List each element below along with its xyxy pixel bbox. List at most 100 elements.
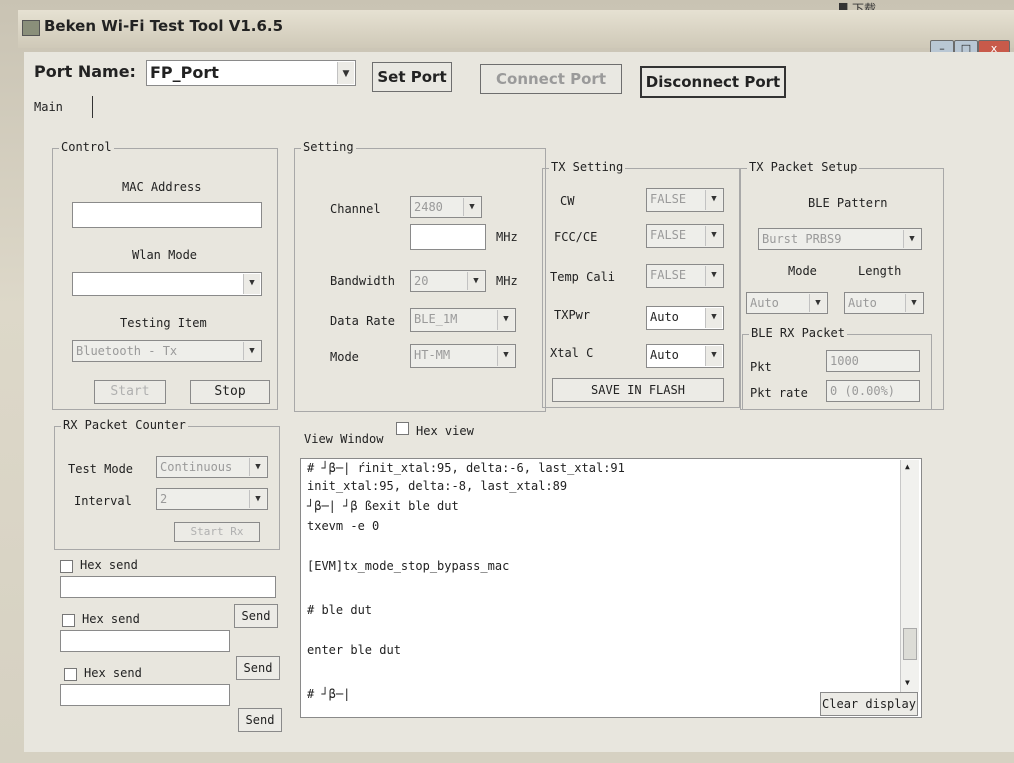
bandwidth-value: 20	[414, 274, 429, 288]
txpwr-label: TXPwr	[554, 308, 591, 322]
bandwidth-mhz-label: MHz	[496, 274, 518, 288]
log-line: init_xtal:95, delta:-8, last_xtal:89	[307, 479, 568, 493]
chevron-down-icon[interactable]: ▼	[337, 62, 354, 84]
packet-mode-value: Auto	[750, 296, 779, 310]
mode-select[interactable]: HT-MM ▼	[410, 344, 516, 368]
testing-item-label: Testing Item	[120, 316, 207, 330]
testing-item-select[interactable]: Bluetooth - Tx ▼	[72, 340, 262, 362]
start-rx-button[interactable]: Start Rx	[174, 522, 260, 542]
hex-send-input-1[interactable]	[60, 576, 276, 598]
pkt-rate-input[interactable]: 0 (0.00%)	[826, 380, 920, 402]
start-button[interactable]: Start	[94, 380, 166, 404]
scroll-down-icon[interactable]: ▼	[905, 678, 910, 687]
chevron-down-icon[interactable]: ▼	[243, 342, 260, 360]
main-window: Port Name: FP_Port ▼ Set Port Connect Po…	[24, 52, 1014, 752]
view-window-title: View Window	[304, 432, 384, 446]
channel-select[interactable]: 2480 ▼	[410, 196, 482, 218]
chevron-down-icon[interactable]: ▼	[705, 346, 722, 366]
disconnect-port-button[interactable]: Disconnect Port	[640, 66, 786, 98]
chevron-down-icon[interactable]: ▼	[705, 226, 722, 246]
hex-send-input-2[interactable]	[60, 630, 230, 652]
packet-length-value: Auto	[848, 296, 877, 310]
data-rate-label: Data Rate	[330, 314, 396, 328]
cw-label: CW	[560, 194, 575, 208]
bandwidth-select[interactable]: 20 ▼	[410, 270, 486, 292]
hex-view-label: Hex view	[416, 424, 474, 438]
hex-send-checkbox-2[interactable]	[62, 614, 75, 627]
data-rate-value: BLE_1M	[414, 312, 458, 326]
data-rate-select[interactable]: BLE_1M ▼	[410, 308, 516, 332]
setting-title: Setting	[301, 140, 356, 154]
hex-view-checkbox[interactable]	[396, 422, 409, 435]
ble-rx-packet-title: BLE RX Packet	[749, 326, 847, 340]
window-title: Beken Wi-Fi Test Tool V1.6.5	[44, 17, 284, 35]
pkt-input[interactable]: 1000	[826, 350, 920, 372]
wlan-mode-select[interactable]: ▼	[72, 272, 262, 296]
pkt-rate-label: Pkt rate	[750, 386, 808, 400]
log-line: # ┘β─| ŕinit_xtal:95, delta:-6, last_xta…	[307, 461, 625, 475]
chevron-down-icon[interactable]: ▼	[903, 230, 920, 248]
channel-label: Channel	[330, 202, 381, 216]
xtal-c-value: Auto	[650, 348, 679, 362]
mac-address-input[interactable]	[72, 202, 262, 228]
interval-select[interactable]: 2 ▼	[156, 488, 268, 510]
chevron-down-icon[interactable]: ▼	[249, 458, 266, 476]
log-line: enter ble dut	[307, 643, 401, 657]
set-port-button[interactable]: Set Port	[372, 62, 452, 92]
log-line: txevm -e 0	[307, 519, 380, 533]
scroll-thumb[interactable]	[903, 628, 917, 660]
hex-send-label-1: Hex send	[80, 558, 138, 572]
stop-button[interactable]: Stop	[190, 380, 270, 404]
cw-select[interactable]: FALSE ▼	[646, 188, 724, 212]
chevron-down-icon[interactable]: ▼	[249, 490, 266, 508]
fcc-ce-label: FCC/CE	[554, 230, 598, 244]
chevron-down-icon[interactable]: ▼	[497, 310, 514, 330]
screen: ■ 下载 Beken Wi-Fi Test Tool V1.6.5 – □ x …	[0, 0, 1014, 763]
fcc-ce-select[interactable]: FALSE ▼	[646, 224, 724, 248]
hex-send-label-2: Hex send	[82, 612, 140, 626]
log-scrollbar[interactable]: ▲ ▼	[900, 460, 919, 692]
chevron-down-icon[interactable]: ▼	[243, 274, 260, 294]
scroll-up-icon[interactable]: ▲	[905, 462, 910, 471]
test-mode-select[interactable]: Continuous ▼	[156, 456, 268, 478]
temp-cali-select[interactable]: FALSE ▼	[646, 264, 724, 288]
save-in-flash-button[interactable]: SAVE IN FLASH	[552, 378, 724, 402]
view-window-log[interactable]: # ┘β─| ŕinit_xtal:95, delta:-6, last_xta…	[300, 458, 922, 718]
send-button-2[interactable]: Send	[236, 656, 280, 680]
ble-pattern-select[interactable]: Burst PRBS9 ▼	[758, 228, 922, 250]
log-line: ┘β─| ┘β ßexit ble dut	[307, 499, 459, 513]
packet-mode-label: Mode	[788, 264, 817, 278]
channel-mhz-label: MHz	[496, 230, 518, 244]
chevron-down-icon[interactable]: ▼	[905, 294, 922, 312]
port-select[interactable]: FP_Port ▼	[146, 60, 356, 86]
cw-value: FALSE	[650, 192, 687, 206]
packet-mode-select[interactable]: Auto ▼	[746, 292, 828, 314]
xtal-c-select[interactable]: Auto ▼	[646, 344, 724, 368]
bandwidth-label: Bandwidth	[330, 274, 396, 288]
hex-send-checkbox-1[interactable]	[60, 560, 73, 573]
chevron-down-icon[interactable]: ▼	[467, 272, 484, 290]
test-mode-label: Test Mode	[68, 462, 134, 476]
txpwr-select[interactable]: Auto ▼	[646, 306, 724, 330]
txpwr-value: Auto	[650, 310, 679, 324]
chevron-down-icon[interactable]: ▼	[705, 266, 722, 286]
chevron-down-icon[interactable]: ▼	[463, 198, 480, 216]
log-line: # ble dut	[307, 603, 373, 617]
packet-length-select[interactable]: Auto ▼	[844, 292, 924, 314]
hex-send-input-3[interactable]	[60, 684, 230, 706]
chevron-down-icon[interactable]: ▼	[497, 346, 514, 366]
clear-display-button[interactable]: Clear display	[820, 692, 918, 716]
chevron-down-icon[interactable]: ▼	[705, 308, 722, 328]
chevron-down-icon[interactable]: ▼	[705, 190, 722, 210]
tab-main[interactable]: Main	[34, 100, 63, 114]
send-button-1[interactable]: Send	[234, 604, 278, 628]
channel-frequency-input[interactable]	[410, 224, 486, 250]
chevron-down-icon[interactable]: ▼	[809, 294, 826, 312]
xtal-c-label: Xtal C	[550, 346, 594, 360]
connect-port-button[interactable]: Connect Port	[480, 64, 622, 94]
send-button-3[interactable]: Send	[238, 708, 282, 732]
hex-send-checkbox-3[interactable]	[64, 668, 77, 681]
ble-pattern-label: BLE Pattern	[808, 196, 888, 210]
temp-cali-label: Temp Cali	[550, 270, 616, 284]
tab-divider	[92, 96, 93, 118]
